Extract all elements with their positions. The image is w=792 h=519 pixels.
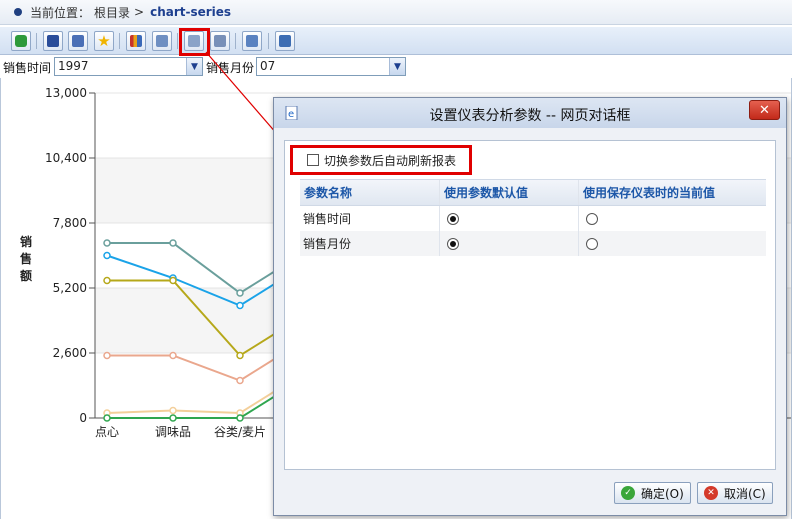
dialog-titlebar[interactable]: e 设置仪表分析参数 -- 网页对话框 ✕ (274, 98, 786, 128)
saved-value-radio-cell (579, 206, 764, 231)
check-icon: ✓ (621, 486, 635, 500)
column-header: 参数名称 (300, 180, 440, 205)
close-button[interactable]: ✕ (749, 100, 780, 120)
saved-value-radio-cell (579, 231, 764, 256)
param-name: 销售月份 (300, 231, 440, 256)
cancel-icon: ✕ (704, 486, 718, 500)
default-value-radio-cell (440, 231, 579, 256)
ok-label: 确定(O) (641, 486, 684, 501)
cancel-button[interactable]: ✕ 取消(C) (697, 482, 773, 504)
default-value-radio[interactable] (447, 212, 459, 225)
column-header: 使用参数默认值 (440, 180, 579, 205)
auto-refresh-option[interactable]: 切换参数后自动刷新报表 (290, 145, 472, 175)
table-row: 销售时间 (300, 206, 766, 231)
saved-value-radio[interactable] (586, 237, 598, 250)
table-header: 参数名称 使用参数默认值 使用保存仪表时的当前值 (300, 179, 766, 206)
auto-refresh-label: 切换参数后自动刷新报表 (324, 153, 457, 168)
column-header: 使用保存仪表时的当前值 (583, 186, 716, 200)
table-row: 销售月份 (300, 231, 766, 256)
auto-refresh-checkbox[interactable] (307, 154, 319, 166)
default-value-radio-cell (440, 206, 579, 231)
default-value-radio[interactable] (447, 237, 459, 250)
parameter-dialog: e 设置仪表分析参数 -- 网页对话框 ✕ 切换参数后自动刷新报表 参数名称 使… (273, 97, 787, 516)
saved-value-radio[interactable] (586, 212, 598, 225)
dialog-title: 设置仪表分析参数 -- 网页对话框 (429, 108, 631, 124)
parameter-table: 参数名称 使用参数默认值 使用保存仪表时的当前值 销售时间 销售月份 (300, 179, 766, 256)
param-name: 销售时间 (300, 206, 440, 231)
ok-button[interactable]: ✓ 确定(O) (614, 482, 691, 504)
cancel-label: 取消(C) (724, 486, 766, 501)
